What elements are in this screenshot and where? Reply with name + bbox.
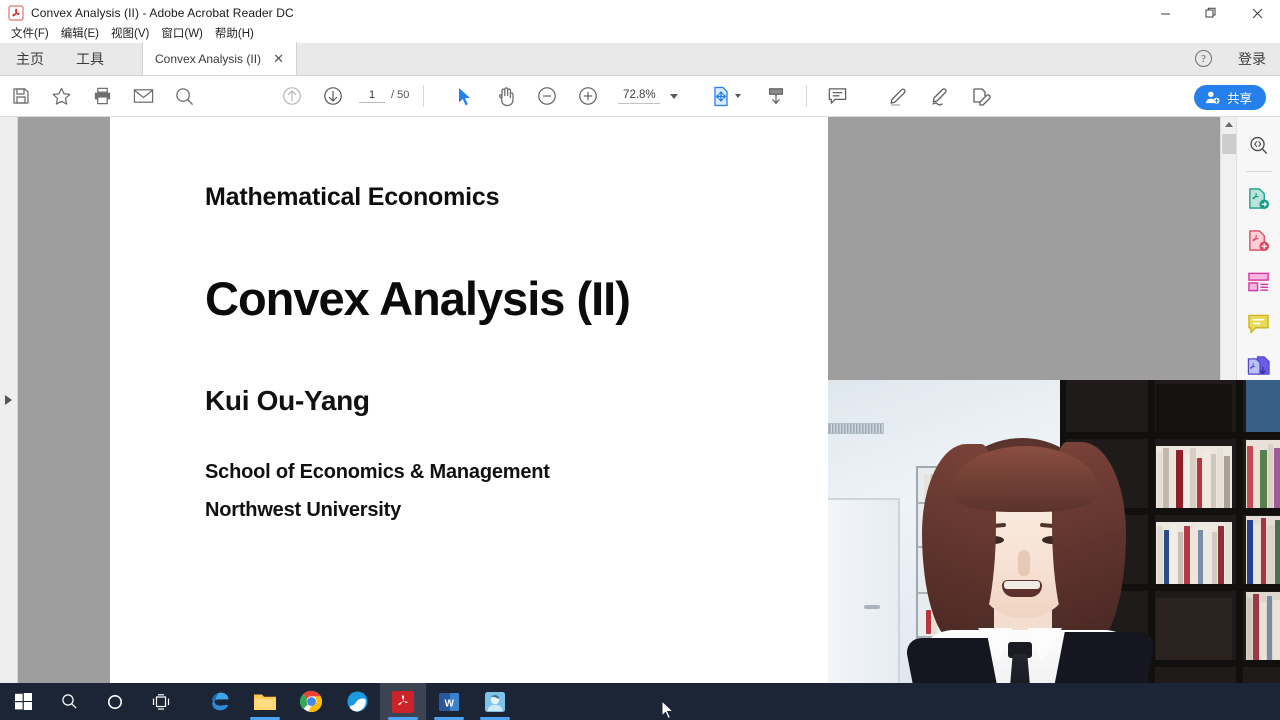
print-icon[interactable] bbox=[82, 76, 123, 117]
scroll-up-icon[interactable] bbox=[1225, 122, 1233, 127]
shelf-row-3 bbox=[1156, 446, 1232, 508]
window-controls bbox=[1142, 0, 1280, 26]
select-cursor-icon[interactable] bbox=[444, 76, 485, 117]
document-subtitle: Mathematical Economics bbox=[205, 183, 500, 211]
shelf-row-5 bbox=[1156, 522, 1232, 584]
menu-window[interactable]: 窗口(W) bbox=[155, 26, 209, 43]
page-total-label: / 50 bbox=[391, 89, 410, 101]
shelf-row-6 bbox=[1246, 516, 1280, 584]
menu-view[interactable]: 视图(V) bbox=[105, 26, 155, 43]
scrollbar-thumb[interactable] bbox=[1222, 134, 1236, 154]
zoom-in-icon[interactable] bbox=[567, 76, 608, 117]
tab-tools[interactable]: 工具 bbox=[60, 42, 120, 75]
shelf-row-7 bbox=[1246, 592, 1280, 660]
menu-bar: 文件(F) 编辑(E) 视图(V) 窗口(W) 帮助(H) bbox=[0, 26, 1280, 43]
star-icon[interactable] bbox=[41, 76, 82, 117]
tab-strip: 主页 工具 Convex Analysis (II) ✕ ? 登录 bbox=[0, 42, 1280, 76]
document-author: Kui Ou-Yang bbox=[205, 385, 370, 416]
page-navigation-field[interactable]: / 50 bbox=[359, 89, 409, 103]
expand-sidebar-icon[interactable] bbox=[5, 395, 12, 405]
email-icon[interactable] bbox=[123, 76, 164, 117]
affiliation-line-2: Northwest University bbox=[205, 499, 402, 521]
affiliation-line-1: School of Economics & Management bbox=[205, 461, 550, 483]
highlight-icon[interactable] bbox=[878, 76, 919, 117]
combine-files-icon[interactable] bbox=[1241, 348, 1277, 384]
shelf-row-8 bbox=[1156, 598, 1232, 660]
help-icon[interactable]: ? bbox=[1195, 50, 1212, 67]
zoom-level-value: 72.8% bbox=[618, 89, 661, 104]
qq-browser-icon[interactable] bbox=[334, 683, 380, 720]
tab-home[interactable]: 主页 bbox=[0, 42, 60, 75]
windows-taskbar: W bbox=[0, 683, 1280, 720]
task-view-icon[interactable] bbox=[138, 683, 184, 720]
page-number-input[interactable] bbox=[359, 89, 385, 103]
air-vent bbox=[828, 423, 884, 434]
shelf-row-2 bbox=[1246, 380, 1280, 432]
menu-edit[interactable]: 编辑(E) bbox=[55, 26, 105, 43]
export-pdf-icon[interactable] bbox=[1241, 180, 1277, 216]
pdf-page: Mathematical Economics Convex Analysis (… bbox=[110, 117, 828, 683]
page-up-icon[interactable] bbox=[271, 76, 312, 117]
menu-file[interactable]: 文件(F) bbox=[5, 26, 55, 43]
adobe-acrobat-icon bbox=[8, 5, 24, 21]
document-title: Convex Analysis (II) bbox=[205, 272, 631, 325]
close-button[interactable] bbox=[1234, 0, 1280, 26]
acrobat-reader-icon[interactable] bbox=[380, 683, 426, 720]
close-icon[interactable]: ✕ bbox=[273, 52, 284, 65]
search-icon[interactable] bbox=[164, 76, 205, 117]
file-explorer-icon[interactable] bbox=[242, 683, 288, 720]
document-tab-label: Convex Analysis (II) bbox=[155, 51, 262, 66]
acrobat-reader-window: Convex Analysis (II) - Adobe Acrobat Rea… bbox=[0, 0, 1280, 720]
document-tab[interactable]: Convex Analysis (II) ✕ bbox=[142, 42, 297, 75]
chrome-icon[interactable] bbox=[288, 683, 334, 720]
toolbar-separator-2 bbox=[806, 85, 808, 107]
search-taskbar-icon[interactable] bbox=[46, 683, 92, 720]
zoom-out-icon[interactable] bbox=[526, 76, 567, 117]
chevron-down-icon[interactable] bbox=[670, 93, 679, 99]
comment-icon[interactable] bbox=[817, 76, 858, 117]
share-person-icon bbox=[1205, 91, 1220, 104]
toolbar-separator-1 bbox=[423, 85, 425, 107]
navigation-pane[interactable] bbox=[0, 117, 18, 683]
share-button[interactable]: 共享 bbox=[1193, 85, 1266, 110]
fit-page-chevron-down-icon[interactable] bbox=[735, 94, 742, 98]
cortana-icon[interactable] bbox=[92, 683, 138, 720]
page-down-icon[interactable] bbox=[312, 76, 353, 117]
shelf-row-1 bbox=[1156, 384, 1232, 432]
edge-icon[interactable] bbox=[196, 683, 242, 720]
svg-text:W: W bbox=[445, 698, 455, 709]
main-toolbar: / 50 72.8% bbox=[0, 76, 1280, 117]
organize-pages-icon[interactable] bbox=[1241, 264, 1277, 300]
mouse-cursor bbox=[661, 700, 675, 720]
tab-strip-right: ? 登录 bbox=[1195, 42, 1280, 75]
hand-icon[interactable] bbox=[485, 76, 526, 117]
start-button[interactable] bbox=[0, 683, 46, 720]
scroll-mode-icon[interactable] bbox=[755, 76, 796, 117]
create-pdf-icon[interactable] bbox=[1241, 222, 1277, 258]
meeting-app-icon[interactable] bbox=[472, 683, 518, 720]
maximize-button[interactable] bbox=[1188, 0, 1234, 26]
minimize-button[interactable] bbox=[1142, 0, 1188, 26]
shelf-row-4 bbox=[1246, 440, 1280, 508]
sign-icon[interactable] bbox=[919, 76, 960, 117]
comment-rail-icon[interactable] bbox=[1241, 306, 1277, 342]
document-affiliation: School of Economics & Management Northwe… bbox=[205, 453, 828, 529]
presenter bbox=[903, 432, 1157, 720]
mouth bbox=[1002, 580, 1042, 597]
word-icon[interactable]: W bbox=[426, 683, 472, 720]
rail-separator bbox=[1245, 171, 1272, 172]
fill-and-sign-icon[interactable] bbox=[960, 76, 1001, 117]
menu-help[interactable]: 帮助(H) bbox=[209, 26, 260, 43]
title-bar: Convex Analysis (II) - Adobe Acrobat Rea… bbox=[0, 0, 1280, 26]
search-document-icon[interactable] bbox=[1241, 127, 1277, 163]
sign-in-button[interactable]: 登录 bbox=[1238, 49, 1266, 69]
share-button-label: 共享 bbox=[1226, 92, 1252, 106]
save-icon[interactable] bbox=[0, 76, 41, 117]
window-title: Convex Analysis (II) - Adobe Acrobat Rea… bbox=[31, 6, 294, 20]
zoom-level-control[interactable]: 72.8% bbox=[618, 89, 679, 104]
webcam-overlay[interactable] bbox=[828, 380, 1280, 720]
